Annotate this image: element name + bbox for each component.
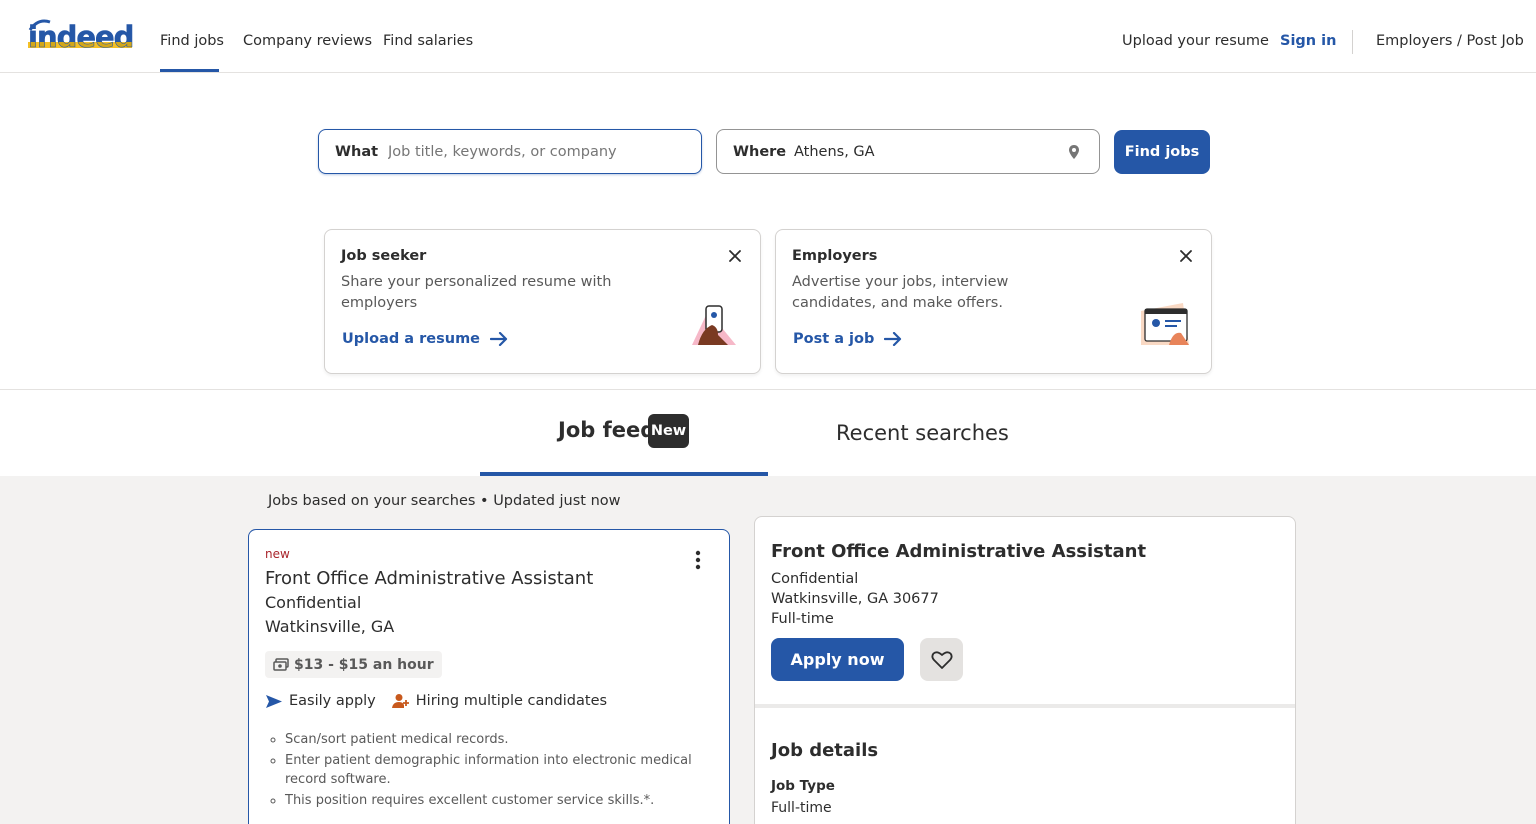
svg-text:indeed: indeed	[28, 20, 133, 50]
close-icon[interactable]	[1179, 249, 1193, 263]
top-header: indeed indeed Find jobs Company reviews …	[0, 0, 1536, 73]
resume-upload-illustration-icon	[692, 305, 736, 345]
tab-recent-searches[interactable]: Recent searches	[836, 421, 1009, 445]
arrow-right-icon	[490, 332, 508, 346]
where-label: Where	[733, 144, 787, 160]
tabs-separator	[0, 389, 1536, 390]
promo-title: Employers	[792, 248, 878, 264]
employers-promo-card: Employers Advertise your jobs, interview…	[775, 229, 1212, 374]
indeed-logo-icon: indeed indeed	[28, 19, 135, 54]
snippet-item: This position requires excellent custome…	[285, 791, 695, 811]
new-tag: new	[265, 547, 290, 561]
send-arrow-icon	[266, 694, 282, 708]
promo-title: Job seeker	[341, 248, 427, 264]
indeed-logo[interactable]: indeed indeed	[28, 18, 135, 54]
where-input[interactable]	[794, 138, 1054, 166]
what-label: What	[335, 144, 379, 160]
arrow-right-icon	[884, 332, 902, 346]
job-detail-panel: Front Office Administrative Assistant Co…	[754, 516, 1296, 824]
job-snippet-list: Scan/sort patient medical records. Enter…	[285, 730, 695, 811]
job-seeker-promo-card: Job seeker Share your personalized resum…	[324, 229, 761, 374]
job-attributes: Easily apply Hiring multiple candidates	[265, 693, 623, 709]
find-jobs-button[interactable]: Find jobs	[1114, 130, 1210, 174]
new-badge: New	[648, 414, 689, 448]
detail-job-type: Full-time	[771, 611, 834, 627]
snippet-item: Scan/sort patient medical records.	[285, 730, 695, 750]
hiring-multiple-attr: Hiring multiple candidates	[391, 693, 608, 709]
promo-description: Share your personalized resume with empl…	[341, 274, 612, 311]
job-type-value: Full-time	[771, 800, 832, 816]
post-job-label: Post a job	[793, 331, 875, 347]
hiring-multiple-text: Hiring multiple candidates	[415, 693, 608, 709]
sign-in-link[interactable]: Sign in	[1280, 33, 1336, 49]
salary-chip: $13 - $15 an hour	[265, 651, 442, 678]
apply-now-button[interactable]: Apply now	[771, 638, 904, 681]
snippet-item: Enter patient demographic information in…	[285, 751, 695, 790]
upload-resume-label: Upload a resume	[342, 331, 481, 347]
job-title[interactable]: Front Office Administrative Assistant	[265, 568, 593, 589]
nav-find-salaries[interactable]: Find salaries	[383, 33, 473, 49]
job-card[interactable]: new Front Office Administrative Assistan…	[248, 529, 730, 824]
what-input[interactable]	[388, 138, 688, 166]
job-type-heading: Job Type	[771, 778, 835, 794]
location-pin-icon[interactable]	[1067, 144, 1081, 160]
heart-icon	[930, 650, 953, 669]
easily-apply-attr: Easily apply	[265, 693, 376, 709]
tab-job-feed[interactable]: Job feed	[558, 418, 655, 442]
easily-apply-text: Easily apply	[289, 693, 376, 709]
save-job-button[interactable]	[920, 638, 963, 681]
nav-company-reviews[interactable]: Company reviews	[243, 33, 372, 49]
employers-post-job-link[interactable]: Employers / Post Job	[1376, 33, 1524, 49]
job-details-heading: Job details	[771, 740, 879, 761]
where-search-box[interactable]: Where	[716, 129, 1100, 174]
salary-text: $13 - $15 an hour	[294, 656, 434, 673]
job-company: Confidential	[265, 593, 362, 612]
detail-job-title: Front Office Administrative Assistant	[771, 541, 1147, 562]
post-job-illustration-icon	[1141, 303, 1189, 345]
close-icon[interactable]	[728, 249, 742, 263]
post-job-promo-link[interactable]: Post a job	[793, 331, 902, 347]
job-location: Watkinsville, GA	[265, 617, 395, 636]
nav-active-indicator	[160, 69, 219, 72]
what-search-box[interactable]: What	[318, 129, 702, 174]
header-divider	[1352, 30, 1353, 54]
money-icon	[273, 658, 289, 671]
more-options-icon[interactable]	[689, 548, 707, 572]
detail-divider	[755, 704, 1295, 708]
feed-caption: Jobs based on your searches • Updated ju…	[268, 493, 621, 509]
nav-find-jobs[interactable]: Find jobs	[160, 33, 224, 49]
promo-description: Advertise your jobs, interview candidate…	[792, 274, 1009, 311]
detail-company[interactable]: Confidential	[771, 571, 858, 587]
upload-resume-link[interactable]: Upload your resume	[1122, 33, 1269, 49]
add-person-icon	[391, 694, 409, 708]
detail-location: Watkinsville, GA 30677	[771, 591, 939, 607]
upload-resume-promo-link[interactable]: Upload a resume	[342, 331, 508, 347]
